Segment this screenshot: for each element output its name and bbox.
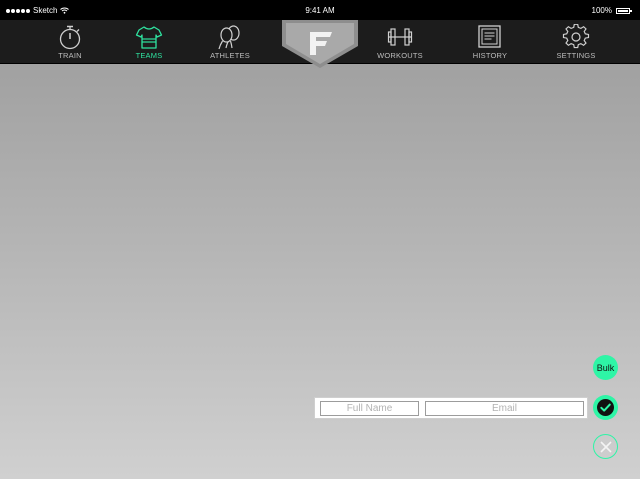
- tab-teams-label: TEAMS: [135, 51, 163, 60]
- tab-settings-label: SETTINGS: [556, 51, 596, 60]
- tab-train[interactable]: TRAIN: [35, 20, 105, 64]
- tab-settings[interactable]: SETTINGS: [541, 20, 611, 64]
- tab-athletes[interactable]: ATHLETES: [195, 20, 265, 64]
- confirm-button[interactable]: [593, 395, 618, 420]
- tab-workouts[interactable]: WORKOUTS: [365, 20, 435, 64]
- status-bar: Sketch 9:41 AM 100%: [0, 0, 640, 20]
- tab-teams[interactable]: TEAMS: [114, 20, 184, 64]
- app-logo: [282, 20, 358, 68]
- document-icon: [478, 25, 501, 48]
- checkmark-icon: [597, 399, 614, 416]
- full-name-input[interactable]: [320, 401, 419, 416]
- battery-icon: [616, 7, 632, 14]
- bulk-button[interactable]: Bulk: [593, 355, 618, 380]
- dumbbell-icon: [387, 28, 413, 46]
- email-input[interactable]: [425, 401, 584, 416]
- status-right: 100%: [591, 6, 632, 15]
- battery-percent: 100%: [591, 6, 612, 15]
- tab-train-label: TRAIN: [58, 51, 82, 60]
- tab-bar: TRAIN TEAMS ATHLETES WORKOUTS HISTORY SE…: [0, 20, 640, 68]
- tab-history[interactable]: HISTORY: [455, 20, 525, 64]
- cancel-button[interactable]: [593, 434, 618, 459]
- people-icon: [218, 25, 240, 50]
- jersey-icon: [135, 26, 163, 49]
- tab-athletes-label: ATHLETES: [210, 51, 250, 60]
- close-icon: [599, 440, 612, 453]
- status-time: 9:41 AM: [305, 6, 335, 15]
- tab-history-label: HISTORY: [472, 51, 508, 60]
- tab-workouts-label: WORKOUTS: [377, 51, 423, 60]
- stopwatch-icon: [59, 25, 81, 50]
- add-athlete-row: [314, 397, 588, 419]
- gear-icon: [562, 24, 590, 49]
- bulk-button-label: Bulk: [596, 362, 615, 373]
